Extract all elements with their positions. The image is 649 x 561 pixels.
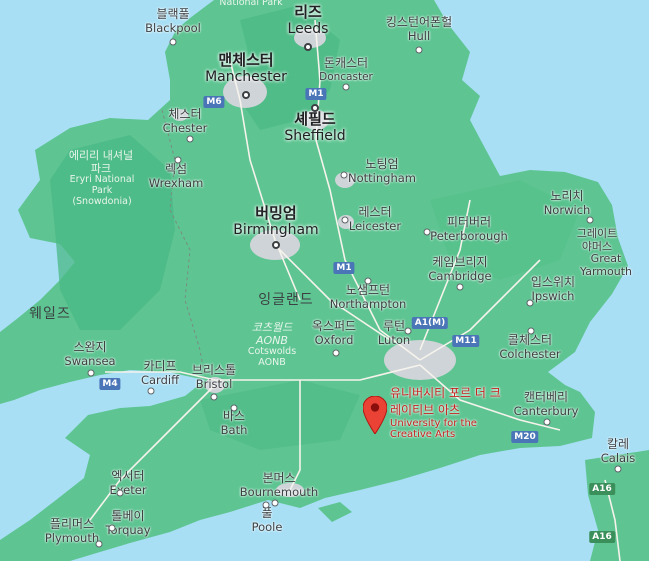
city-label-oxford[interactable]: 옥스퍼드 Oxford [312,319,356,347]
city-label-torquay[interactable]: 톨베이 Torquay [105,509,150,537]
region-label-england: 잉글랜드 [258,292,314,308]
city-label-leicester[interactable]: 레스터 Leicester [349,205,401,233]
city-label-swansea[interactable]: 스완지 Swansea [64,340,115,368]
city-label-blackpool[interactable]: 블랙풀 Blackpool [145,7,201,35]
city-dot-colchester [527,327,535,335]
city-dot-cardiff [147,387,155,395]
city-dot-ipswich [526,299,534,307]
road-shield-a16-south: A16 [589,531,615,543]
city-label-calais[interactable]: 칼레 Calais [601,437,636,465]
city-dot-oxford [332,349,340,357]
road-shield-m1-south: M1 [333,262,355,274]
city-dot-peterborough [423,228,431,236]
city-label-birmingham[interactable]: 버밍엄 Birmingham [233,204,318,238]
city-dot-exeter [116,489,124,497]
city-label-ipswich[interactable]: 입스위치 Ipswich [531,275,575,303]
city-label-hull[interactable]: 킹스턴어폰헐 Hull [386,15,452,43]
city-dot-poole [262,501,270,509]
city-dot-doncaster [342,83,350,91]
road-shield-m11: M11 [452,335,480,347]
city-label-manchester[interactable]: 맨체스터 Manchester [205,51,287,85]
city-dot-birmingham [272,241,280,249]
isle-of-wight [318,502,352,522]
city-dot-norwich [586,216,594,224]
poi-label-uca[interactable]: 유니버시티 포르 더 크레이티브 아츠 University for the C… [390,384,510,440]
road-shield-m1-north: M1 [305,88,327,100]
park-label-cotswolds: 코츠월드 AONB Cotswolds AONB [247,321,297,369]
city-label-doncaster[interactable]: 돈캐스터 Doncaster [319,56,373,83]
location-pin-icon[interactable] [363,396,387,434]
city-dot-manchester [242,91,250,99]
park-label-eryri: 에리리 내셔널 파크 Eryri National Park (Snowdoni… [68,149,135,208]
city-dot-luton [404,327,412,335]
city-label-cambridge[interactable]: 케임브리지 Cambridge [428,255,491,283]
city-label-exeter[interactable]: 엑서터 Exeter [109,469,146,497]
city-dot-northampton [364,277,372,285]
city-label-bath[interactable]: 바스 Bath [221,409,248,437]
city-dot-wrexham [174,156,182,164]
city-dot-sheffield [311,104,319,112]
city-label-chester[interactable]: 체스터 Chester [163,107,208,135]
region-label-wales: 웨일즈 [29,306,71,322]
city-label-northampton[interactable]: 노샘프턴 Northampton [330,283,407,311]
city-label-poole[interactable]: 풀 Poole [252,506,283,534]
city-label-great-yarmouth[interactable]: 그레이트 야머스 Great Yarmouth [575,227,637,279]
city-dot-leicester [341,216,349,224]
city-dot-hull [415,46,423,54]
city-label-leeds[interactable]: 리즈 Leeds [288,3,329,37]
city-label-wrexham[interactable]: 렉섬 Wrexham [149,162,204,190]
city-dot-cambridge [456,283,464,291]
city-dot-blackpool [169,38,177,46]
city-dot-swansea [87,369,95,377]
city-label-sheffield[interactable]: 셰필드 Sheffield [284,110,345,144]
city-dot-bath [230,404,238,412]
city-label-peterborough[interactable]: 피터버러 Peterborough [430,215,508,243]
city-dot-torquay [108,524,116,532]
city-label-canterbury[interactable]: 캔터베리 Canterbury [514,390,579,418]
city-label-bournemouth[interactable]: 본머스 Bournemouth [240,471,318,499]
city-label-bristol[interactable]: 브리스톨 Bristol [192,363,236,391]
city-dot-plymouth [95,540,103,548]
city-label-nottingham[interactable]: 노팅엄 Nottingham [348,157,416,185]
road-shield-a16-north: A16 [589,483,615,495]
city-dot-calais [614,465,622,473]
city-label-norwich[interactable]: 노리치 Norwich [544,189,591,217]
city-label-plymouth[interactable]: 플리머스 Plymouth [45,517,99,545]
city-dot-canterbury [543,418,551,426]
city-label-colchester[interactable]: 콜체스터 Colchester [499,333,560,361]
city-label-cardiff[interactable]: 카디프 Cardiff [141,359,179,387]
road-shield-m4: M4 [99,378,121,390]
city-dot-bristol [210,393,218,401]
road-shield-m6: M6 [203,96,225,108]
map-canvas[interactable]: National Park 에리리 내셔널 파크 Eryri National … [0,0,649,561]
city-dot-chester [186,135,194,143]
road-shield-a1m: A1(M) [411,317,449,329]
city-dot-leeds [304,43,312,51]
city-dot-nottingham [340,171,348,179]
road-shield-m20: M20 [511,431,539,443]
park-label-national-park: National Park [219,0,283,8]
